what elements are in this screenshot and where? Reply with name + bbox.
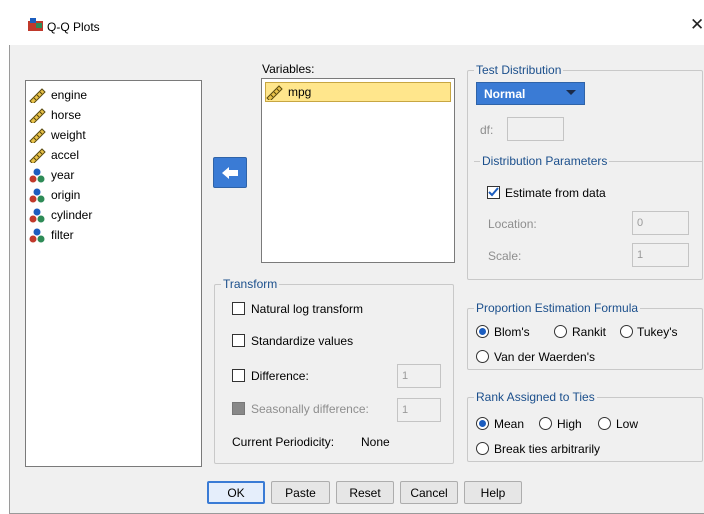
nominal-balls-icon: [29, 208, 45, 222]
radio-mean[interactable]: [476, 417, 489, 430]
df-label: df:: [480, 123, 494, 137]
estimate-checkbox[interactable]: [487, 186, 500, 199]
transform-title: Transform: [221, 277, 280, 291]
difference-checkbox[interactable]: [232, 369, 245, 382]
difference-label: Difference:: [251, 369, 309, 383]
standardize-checkbox[interactable]: [232, 334, 245, 347]
paste-button[interactable]: Paste: [271, 481, 330, 504]
window-title: Q-Q Plots: [47, 20, 100, 34]
list-item-selected[interactable]: mpg: [265, 82, 451, 102]
variable-name: accel: [51, 148, 80, 162]
radio-tukeys[interactable]: [620, 325, 633, 338]
tukeys-label: Tukey's: [637, 325, 678, 339]
list-item[interactable]: horse: [29, 105, 81, 125]
nominal-balls-icon: [29, 168, 45, 182]
periodicity-value: None: [361, 435, 390, 449]
ties-title: Rank Assigned to Ties: [474, 390, 597, 404]
seasonal-checkbox[interactable]: [232, 402, 245, 415]
seasonal-field[interactable]: 1: [397, 398, 441, 422]
mean-label: Mean: [494, 417, 525, 431]
check-icon: [488, 187, 499, 197]
break-ties-label: Break ties arbitrarily: [494, 442, 601, 456]
periodicity-label: Current Periodicity:: [232, 435, 335, 449]
ruler-icon: [29, 87, 46, 103]
location-label: Location:: [488, 217, 537, 231]
close-icon[interactable]: ✕: [690, 15, 704, 35]
variables-list[interactable]: mpg: [261, 78, 455, 263]
ruler-icon: [29, 107, 46, 123]
natural-log-checkbox[interactable]: [232, 302, 245, 315]
radio-break-ties[interactable]: [476, 442, 489, 455]
location-field[interactable]: 0: [632, 211, 689, 235]
list-item[interactable]: engine: [29, 85, 87, 105]
bloms-label: Blom's: [494, 325, 530, 339]
van-der-waerdens-label: Van der Waerden's: [494, 350, 596, 364]
variable-name: cylinder: [51, 208, 93, 222]
variable-name: origin: [51, 188, 81, 202]
rankit-label: Rankit: [572, 325, 607, 339]
variable-name: mpg: [288, 85, 312, 99]
ruler-icon: [29, 127, 46, 143]
list-item[interactable]: year: [29, 165, 74, 185]
scale-label: Scale:: [488, 249, 522, 263]
variables-label: Variables:: [262, 62, 315, 76]
ruler-icon: [266, 84, 283, 100]
nominal-balls-icon: [29, 228, 45, 242]
chevron-down-icon: [566, 90, 576, 95]
estimate-label: Estimate from data: [505, 186, 606, 200]
natural-log-label: Natural log transform: [251, 302, 364, 316]
low-label: Low: [616, 417, 639, 431]
variable-name: filter: [51, 228, 74, 242]
distribution-parameters-title: Distribution Parameters: [480, 154, 610, 168]
df-field[interactable]: [507, 117, 564, 141]
reset-button[interactable]: Reset: [336, 481, 394, 504]
difference-field[interactable]: 1: [397, 364, 441, 388]
app-icon: [28, 18, 43, 31]
help-button[interactable]: Help: [464, 481, 522, 504]
list-item[interactable]: filter: [29, 225, 74, 245]
ok-button[interactable]: OK: [207, 481, 265, 504]
variable-name: horse: [51, 108, 82, 122]
source-variable-list[interactable]: engine horse weight accel year origin cy…: [25, 80, 202, 467]
proportion-title: Proportion Estimation Formula: [474, 301, 641, 315]
variable-name: year: [51, 168, 75, 182]
ruler-icon: [29, 147, 46, 163]
list-item[interactable]: weight: [29, 125, 86, 145]
high-label: High: [557, 417, 582, 431]
radio-low[interactable]: [598, 417, 611, 430]
variable-name: engine: [51, 88, 88, 102]
title-bar: [9, 9, 704, 45]
seasonal-label: Seasonally difference:: [251, 402, 369, 416]
move-variable-button[interactable]: [213, 157, 247, 188]
radio-van-der-waerdens[interactable]: [476, 350, 489, 363]
variable-name: weight: [51, 128, 86, 142]
list-item[interactable]: origin: [29, 185, 80, 205]
list-item[interactable]: accel: [29, 145, 79, 165]
list-item[interactable]: cylinder: [29, 205, 92, 225]
arrow-left-icon: [222, 166, 238, 179]
cancel-button[interactable]: Cancel: [400, 481, 458, 504]
test-distribution-title: Test Distribution: [474, 63, 564, 77]
nominal-balls-icon: [29, 188, 45, 202]
radio-rankit[interactable]: [554, 325, 567, 338]
standardize-label: Standardize values: [251, 334, 354, 348]
radio-bloms[interactable]: [476, 325, 489, 338]
scale-field[interactable]: 1: [632, 243, 689, 267]
radio-high[interactable]: [539, 417, 552, 430]
